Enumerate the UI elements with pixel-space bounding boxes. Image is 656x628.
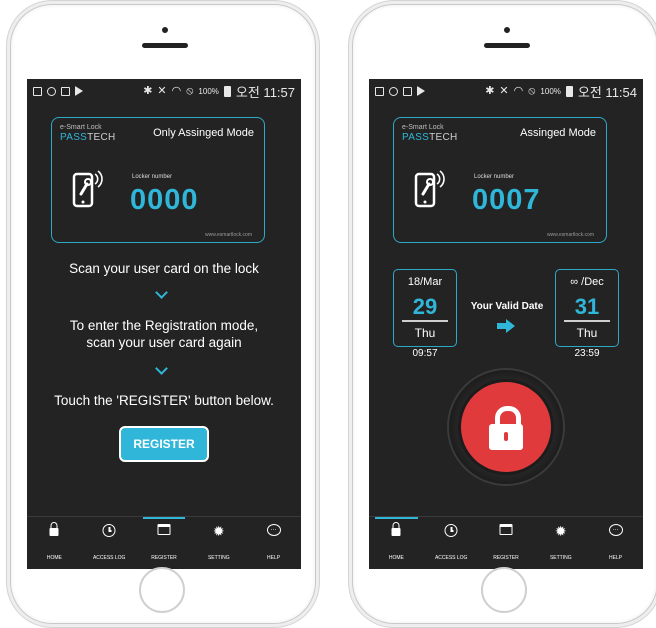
help-chat-icon: …: [266, 524, 281, 536]
app-screen-home: ✱ ✕ ◠ ⦸ 100% 오전 11:54 e-Smart Lock PASST…: [369, 79, 643, 569]
gear-icon: ✹: [212, 523, 225, 539]
home-hardware-button[interactable]: [481, 567, 527, 613]
phone-frame-right: ✱ ✕ ◠ ⦸ 100% 오전 11:54 e-Smart Lock PASST…: [352, 4, 656, 624]
padlock-icon: [489, 424, 523, 450]
no-signal-icon: ⦸: [186, 84, 194, 97]
camera-icon: [504, 27, 510, 33]
start-month: 18/Mar: [407, 276, 443, 288]
valid-end-date: ∞ /Dec 31 Thu: [555, 269, 619, 347]
mode-label: Assinged Mode: [520, 127, 596, 139]
register-card-icon: [499, 524, 513, 535]
camera-icon: [162, 27, 168, 33]
website-url: www.esmartlock.com: [205, 232, 252, 238]
settings-notification-icon: [389, 86, 398, 96]
news-notification-icon: [61, 86, 70, 96]
status-bar: ✱ ✕ ◠ ⦸ 100% 오전 11:54: [369, 79, 643, 103]
play-notification-icon: [75, 86, 83, 96]
mute-icon: ✕: [157, 84, 167, 97]
nav-setting[interactable]: ✹ SETTING: [533, 517, 588, 569]
settings-notification-icon: [47, 86, 56, 96]
locker-info-card: e-Smart Lock PASSTECH Only Assinged Mode…: [51, 117, 265, 243]
gallery-notification-icon: [33, 86, 42, 96]
lock-toggle-button[interactable]: [461, 382, 551, 472]
chevron-down-icon: [155, 362, 168, 375]
bluetooth-icon: ✱: [143, 84, 153, 97]
battery-percent: 100%: [540, 86, 561, 96]
wifi-icon: ◠: [171, 84, 182, 97]
website-url: www.esmartlock.com: [547, 232, 594, 238]
home-hardware-button[interactable]: [139, 567, 185, 613]
end-weekday: Thu: [576, 326, 598, 340]
speaker-grille: [484, 43, 530, 48]
nav-register[interactable]: REGISTER: [137, 517, 192, 569]
nav-setting[interactable]: ✹ SETTING: [191, 517, 246, 569]
play-notification-icon: [417, 86, 425, 96]
nav-access-log[interactable]: ACCESS LOG: [82, 517, 137, 569]
phone-frame-left: ✱ ✕ ◠ ⦸ 100% 오전 11:57 e-Smart Lock PASST…: [10, 4, 316, 624]
valid-date-label: Your Valid Date: [470, 301, 544, 312]
battery-icon: [223, 85, 231, 97]
locker-number: 0007: [472, 184, 541, 216]
wifi-icon: ◠: [513, 84, 524, 97]
start-time: 09:57: [412, 348, 438, 359]
app-screen-register: ✱ ✕ ◠ ⦸ 100% 오전 11:57 e-Smart Lock PASST…: [27, 79, 301, 569]
lock-icon: [49, 522, 59, 536]
no-signal-icon: ⦸: [528, 84, 536, 97]
nav-register[interactable]: REGISTER: [479, 517, 534, 569]
start-day: 29: [412, 294, 438, 319]
chevron-down-icon: [155, 286, 168, 299]
clock-icon: [102, 524, 116, 537]
brand-logo: PASSTECH: [402, 132, 458, 143]
nav-help[interactable]: … HELP: [588, 517, 643, 569]
locker-info-card: e-Smart Lock PASSTECH Assinged Mode Lock…: [393, 117, 607, 243]
help-chat-icon: …: [608, 524, 623, 536]
nfc-phone-icon: [72, 170, 103, 208]
nfc-phone-icon: [414, 170, 445, 208]
lock-button-ring: [449, 370, 563, 484]
date-divider: [402, 320, 448, 322]
instruction-step-2a: To enter the Registration mode,: [69, 318, 259, 333]
instruction-step-1: Scan your user card on the lock: [69, 261, 259, 276]
news-notification-icon: [403, 86, 412, 96]
keyhole-icon: [504, 432, 508, 441]
lock-icon: [391, 522, 401, 536]
bottom-nav: HOME ACCESS LOG REGISTER ✹ SETTING … HEL…: [369, 516, 643, 569]
battery-percent: 100%: [198, 86, 219, 96]
end-month: ∞ /Dec: [570, 276, 604, 288]
mode-label: Only Assinged Mode: [153, 127, 254, 139]
gallery-notification-icon: [375, 86, 384, 96]
locker-number-label: Locker number: [474, 174, 515, 180]
status-time: 오전 11:57: [235, 84, 295, 100]
brand-tagline: e-Smart Lock: [402, 124, 444, 131]
instruction-step-3: Touch the 'REGISTER' button below.: [54, 393, 274, 408]
mute-icon: ✕: [499, 84, 509, 97]
locker-number-label: Locker number: [132, 174, 173, 180]
register-button[interactable]: REGISTER: [119, 426, 209, 462]
status-bar: ✱ ✕ ◠ ⦸ 100% 오전 11:57: [27, 79, 301, 103]
brand-tagline: e-Smart Lock: [60, 124, 102, 131]
brand-logo: PASSTECH: [60, 132, 116, 143]
nav-home[interactable]: HOME: [27, 517, 82, 569]
gear-icon: ✹: [554, 523, 567, 539]
nav-access-log[interactable]: ACCESS LOG: [424, 517, 479, 569]
bottom-nav: HOME ACCESS LOG REGISTER ✹ SETTING … HEL…: [27, 516, 301, 569]
end-time: 23:59: [574, 348, 600, 359]
nav-home[interactable]: HOME: [369, 517, 424, 569]
nav-help[interactable]: … HELP: [246, 517, 301, 569]
arrow-right-icon: [497, 319, 515, 333]
clock-icon: [444, 524, 458, 537]
speaker-grille: [142, 43, 188, 48]
battery-icon: [565, 85, 573, 97]
register-card-icon: [157, 524, 171, 535]
bluetooth-icon: ✱: [485, 84, 495, 97]
date-divider: [564, 320, 610, 322]
status-time: 오전 11:54: [577, 84, 637, 100]
start-weekday: Thu: [414, 326, 436, 340]
instruction-step-2b: scan your user card again: [86, 335, 242, 350]
locker-number: 0000: [130, 184, 199, 216]
end-day: 31: [574, 294, 600, 319]
valid-start-date: 18/Mar 29 Thu: [393, 269, 457, 347]
